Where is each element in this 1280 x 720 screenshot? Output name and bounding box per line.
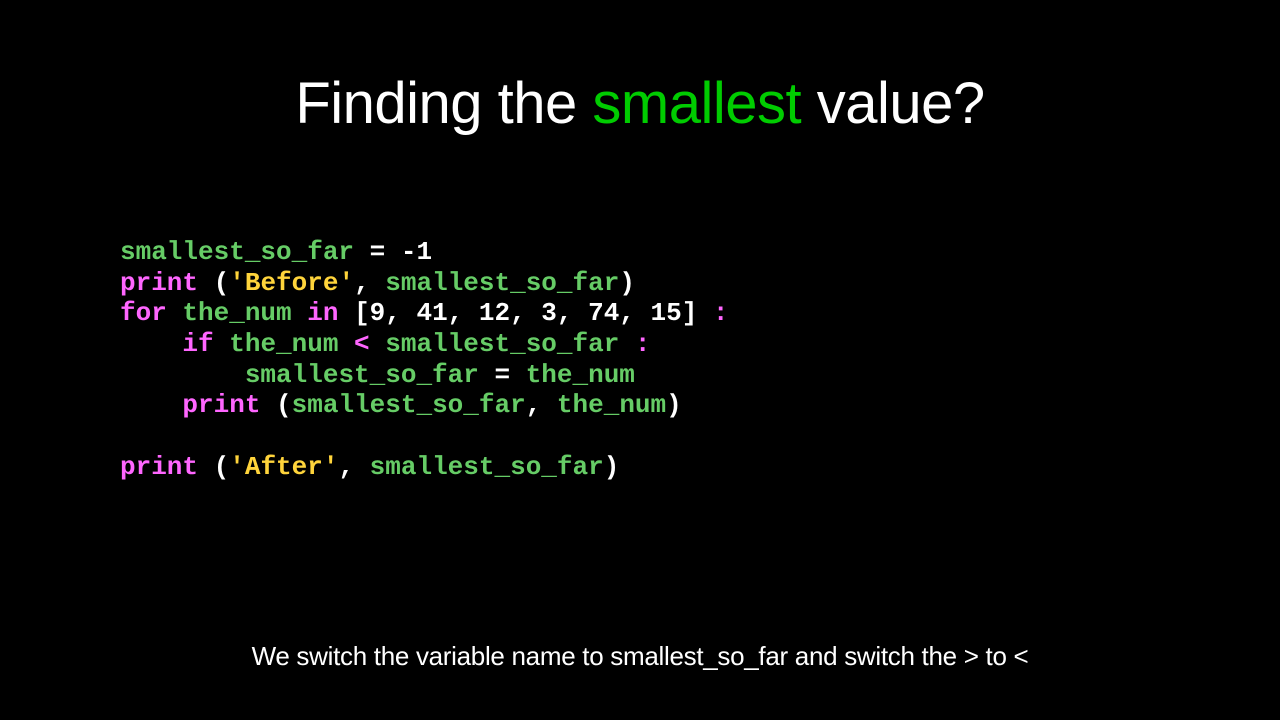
title-pre: Finding the: [295, 71, 592, 136]
slide-title: Finding the smallest value?: [0, 70, 1280, 137]
footer-note: We switch the variable name to smallest_…: [0, 641, 1280, 672]
code-var: smallest_so_far: [292, 390, 526, 420]
code-colon: :: [697, 298, 728, 328]
code-colon: :: [619, 329, 650, 359]
code-print: print: [182, 390, 260, 420]
code-assign: = -1: [354, 237, 432, 267]
code-indent: [120, 390, 182, 420]
code-paren: ): [619, 268, 635, 298]
code-for: for: [120, 298, 182, 328]
code-indent: [120, 329, 182, 359]
code-block: smallest_so_far = -1 print ('Before', sm…: [0, 237, 1280, 482]
code-print: print: [120, 452, 198, 482]
code-comma: ,: [338, 452, 369, 482]
code-var: smallest_so_far: [385, 268, 619, 298]
title-highlight: smallest: [592, 71, 801, 136]
code-var: the_num: [182, 298, 291, 328]
code-paren: (: [260, 390, 291, 420]
code-print: print: [120, 268, 198, 298]
code-in: in: [292, 298, 354, 328]
code-var: smallest_so_far: [245, 360, 479, 390]
code-list: [9, 41, 12, 3, 74, 15]: [354, 298, 697, 328]
code-var: smallest_so_far: [385, 329, 619, 359]
code-comma: ,: [354, 268, 385, 298]
code-paren: (: [198, 268, 229, 298]
code-string: 'Before': [229, 268, 354, 298]
code-eq: =: [479, 360, 526, 390]
code-paren: (: [198, 452, 229, 482]
code-var: the_num: [557, 390, 666, 420]
code-var: smallest_so_far: [370, 452, 604, 482]
title-post: value?: [801, 71, 985, 136]
code-comma: ,: [526, 390, 557, 420]
code-var: smallest_so_far: [120, 237, 354, 267]
code-indent: [120, 360, 245, 390]
code-paren: ): [604, 452, 620, 482]
code-op: <: [338, 329, 385, 359]
code-paren: ): [666, 390, 682, 420]
code-var: the_num: [229, 329, 338, 359]
code-if: if: [182, 329, 229, 359]
slide-container: Finding the smallest value? smallest_so_…: [0, 0, 1280, 720]
code-string: 'After': [229, 452, 338, 482]
code-var: the_num: [526, 360, 635, 390]
